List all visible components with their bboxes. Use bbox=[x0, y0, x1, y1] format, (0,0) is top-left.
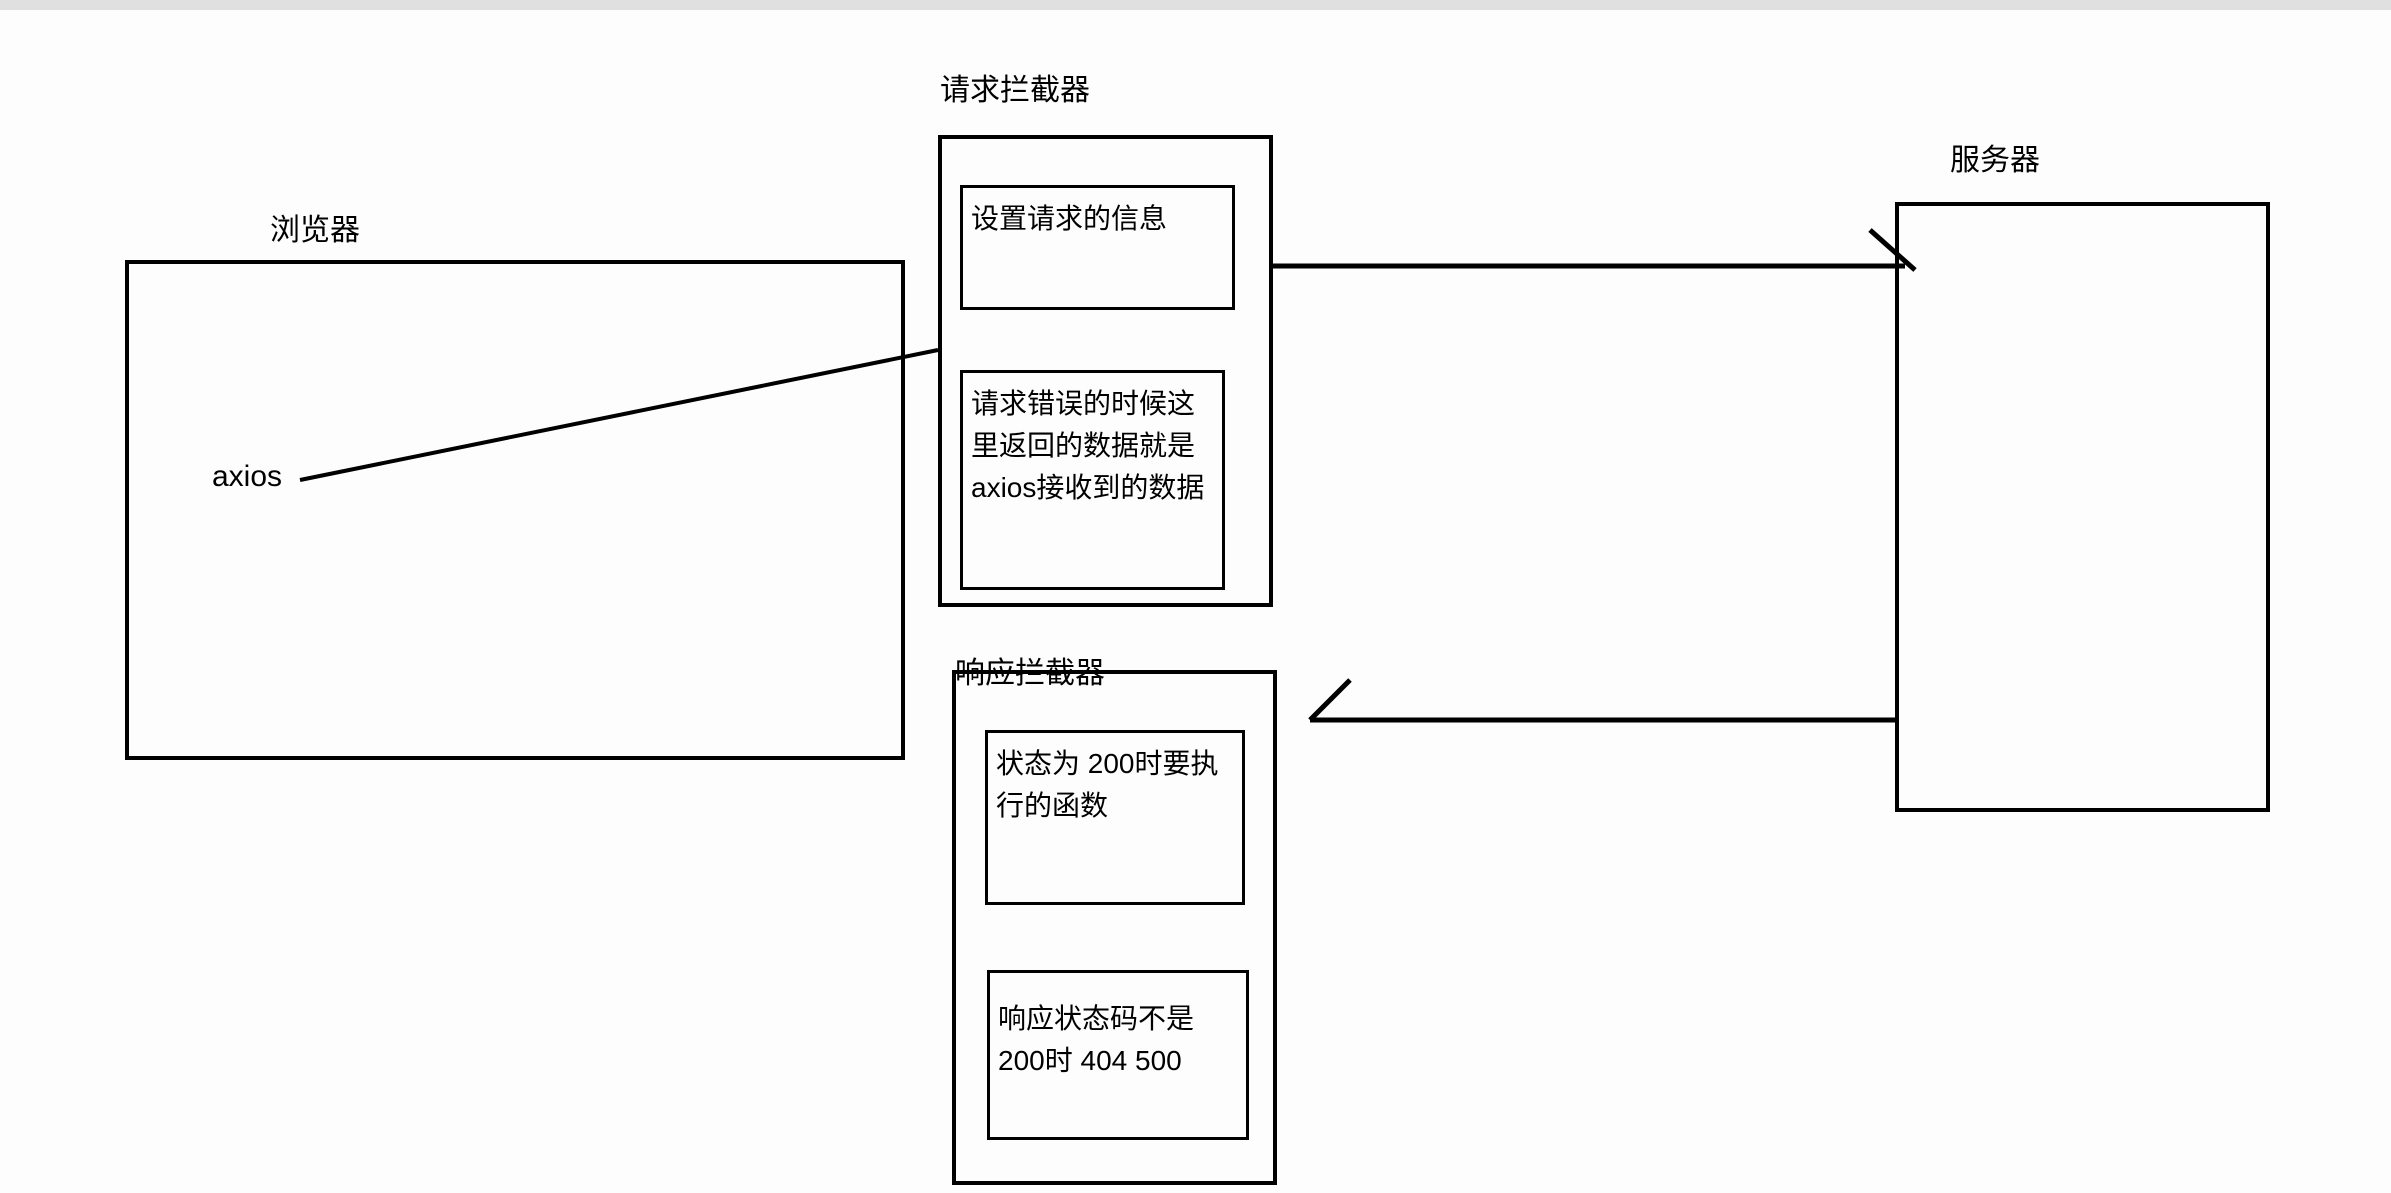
server-to-response-arrow bbox=[0, 10, 2391, 1193]
diagram-canvas: 浏览器 axios 请求拦截器 设置请求的信息 请求错误的时候这里返回的数据就是… bbox=[0, 10, 2391, 1193]
top-bar bbox=[0, 0, 2391, 10]
